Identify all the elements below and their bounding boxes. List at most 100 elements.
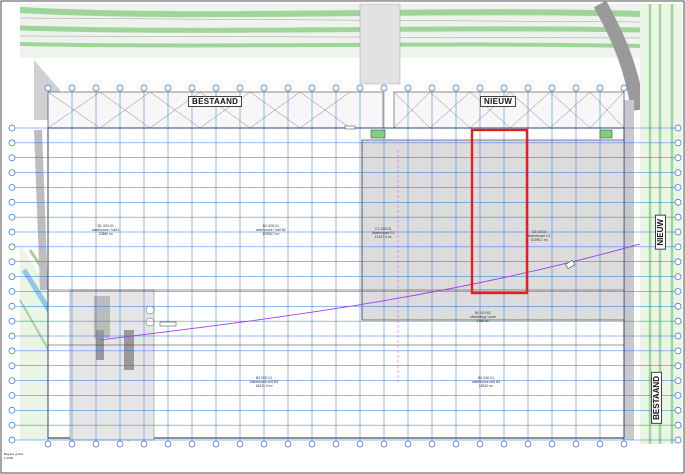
grid-bubble-left [8,213,16,221]
grid-bubble-bottom [140,440,148,448]
grid-bubble-top [44,84,52,92]
grid-bubble-right [674,436,682,444]
grid-bubble-left [8,317,16,325]
grid-bubble-left [8,228,16,236]
grid-bubble-left [8,377,16,384]
grid-bubble-top [308,84,316,92]
grid-bubble-right [674,317,682,325]
grid-bubble-bottom [92,440,100,448]
grid-bubble-top [212,84,220,92]
grid-bubble-right [674,392,682,399]
grid-bubble-bottom [236,440,244,448]
grid-bubble-right [674,421,682,429]
grid-bubble-bottom [116,440,124,448]
grid-bubble-top [404,84,412,92]
grid-bubble-right [674,184,682,191]
grid-bubble-left [8,362,16,370]
drawing-legend: Begane grond 1:1000 [4,452,23,460]
grid-bubble-bottom [524,440,532,448]
grid-bubble-right [674,302,682,310]
grid-bubble-top [92,84,100,92]
label-nieuw-side: NIEUW [655,215,666,250]
grid-bubble-left [8,406,16,414]
grid-bubble-top [524,84,532,92]
grid-bubble-bottom [212,440,220,448]
grid-bubble-right [674,139,682,147]
grid-bubble-right [674,377,682,384]
grid-bubble-right [674,169,682,176]
grid-bubble-bottom [284,440,292,448]
grid-bubble-top [452,84,460,92]
grid-bubble-bottom [572,440,580,448]
grid-bubble-left [8,258,16,266]
grid-bubble-top [164,84,172,92]
grid-bubble-left [8,392,16,399]
grid-bubble-top [260,84,268,92]
grid-bubble-top [500,84,508,92]
area-label-b2: B2 G00.01 warehouse / hall B2 10956.7 m² [256,224,286,236]
grid-bubble-right [674,228,682,236]
area-label-b1: B1 G00.01 warehouse / hall 1 10880 m² [92,224,120,236]
grid-bubble-left [8,436,16,444]
grid-bubble-top [116,84,124,92]
grid-bubble-right [674,124,682,132]
grid-bubble-left [8,139,16,147]
grid-bubble-left [8,198,16,206]
grid-bubble-left [8,169,16,176]
area-label-c1: C1 G00.01 Warehouse C1 11327.4 m² [372,227,395,239]
grid-bubble-top [140,84,148,92]
label-bestaand-top: BESTAAND [188,96,243,107]
grid-bubble-bottom [476,440,484,448]
area-label-b4: B4 G00.01 warehouse unit B4 18310 m² [472,376,501,388]
grid-bubble-right [674,347,682,355]
grid-bubble-left [8,302,16,310]
grid-bubble-bottom [500,440,508,448]
grid-bubble-bottom [620,440,628,448]
grid-bubble-top [284,84,292,92]
grid-bubble-right [674,288,682,295]
grid-bubble-bottom [356,440,364,448]
grid-bubble-right [674,213,682,221]
grid-bubble-left [8,332,16,340]
technical-zone [69,289,155,441]
grid-bubble-right [674,243,682,251]
grid-bubble-bottom [260,440,268,448]
grid-bubble-bottom [380,440,388,448]
grid-bubble-bottom [452,440,460,448]
grid-bubble-top [188,84,196,92]
grid-bubble-bottom [44,440,52,448]
grid-bubble-bottom [428,440,436,448]
grid-bubble-top [356,84,364,92]
label-nieuw-top: NIEUW [480,96,517,107]
grid-bubble-top [596,84,604,92]
grid-bubble-right [674,198,682,206]
grid-bubble-right [674,258,682,266]
grid-bubble-left [8,347,16,355]
grid-bubble-bottom [188,440,196,448]
grid-bubble-bottom [404,440,412,448]
area-label-c2: C2 G0.01 Warehouse C2 10295.1 m² [528,230,551,242]
floor-plan [0,0,685,474]
grid-bubble-left [8,154,16,162]
grid-bubble-bottom [548,440,556,448]
grid-bubble-bottom [68,440,76,448]
grid-bubble-left [8,184,16,191]
area-label-b3: B3 G00.01 warehouse unit B3 18431.0 m² [250,376,279,388]
grid-bubble-top [476,84,484,92]
grid-bubble-top [236,84,244,92]
grid-bubble-top [68,84,76,92]
grid-bubble-bottom [308,440,316,448]
grid-bubble-right [674,154,682,162]
grid-bubble-top [428,84,436,92]
grid-bubble-top [620,84,628,92]
grid-bubble-right [674,273,682,280]
grid-bubble-bottom [164,440,172,448]
area-label-b4-extension: B4 G0.002 uitbreiding / zone 1480 m² [470,311,496,323]
grid-bubble-left [8,421,16,429]
grid-bubble-left [8,288,16,295]
grid-bubble-bottom [596,440,604,448]
grid-bubble-left [8,243,16,251]
grid-bubble-right [674,406,682,414]
grid-bubble-top [572,84,580,92]
grid-bubble-top [380,84,388,92]
